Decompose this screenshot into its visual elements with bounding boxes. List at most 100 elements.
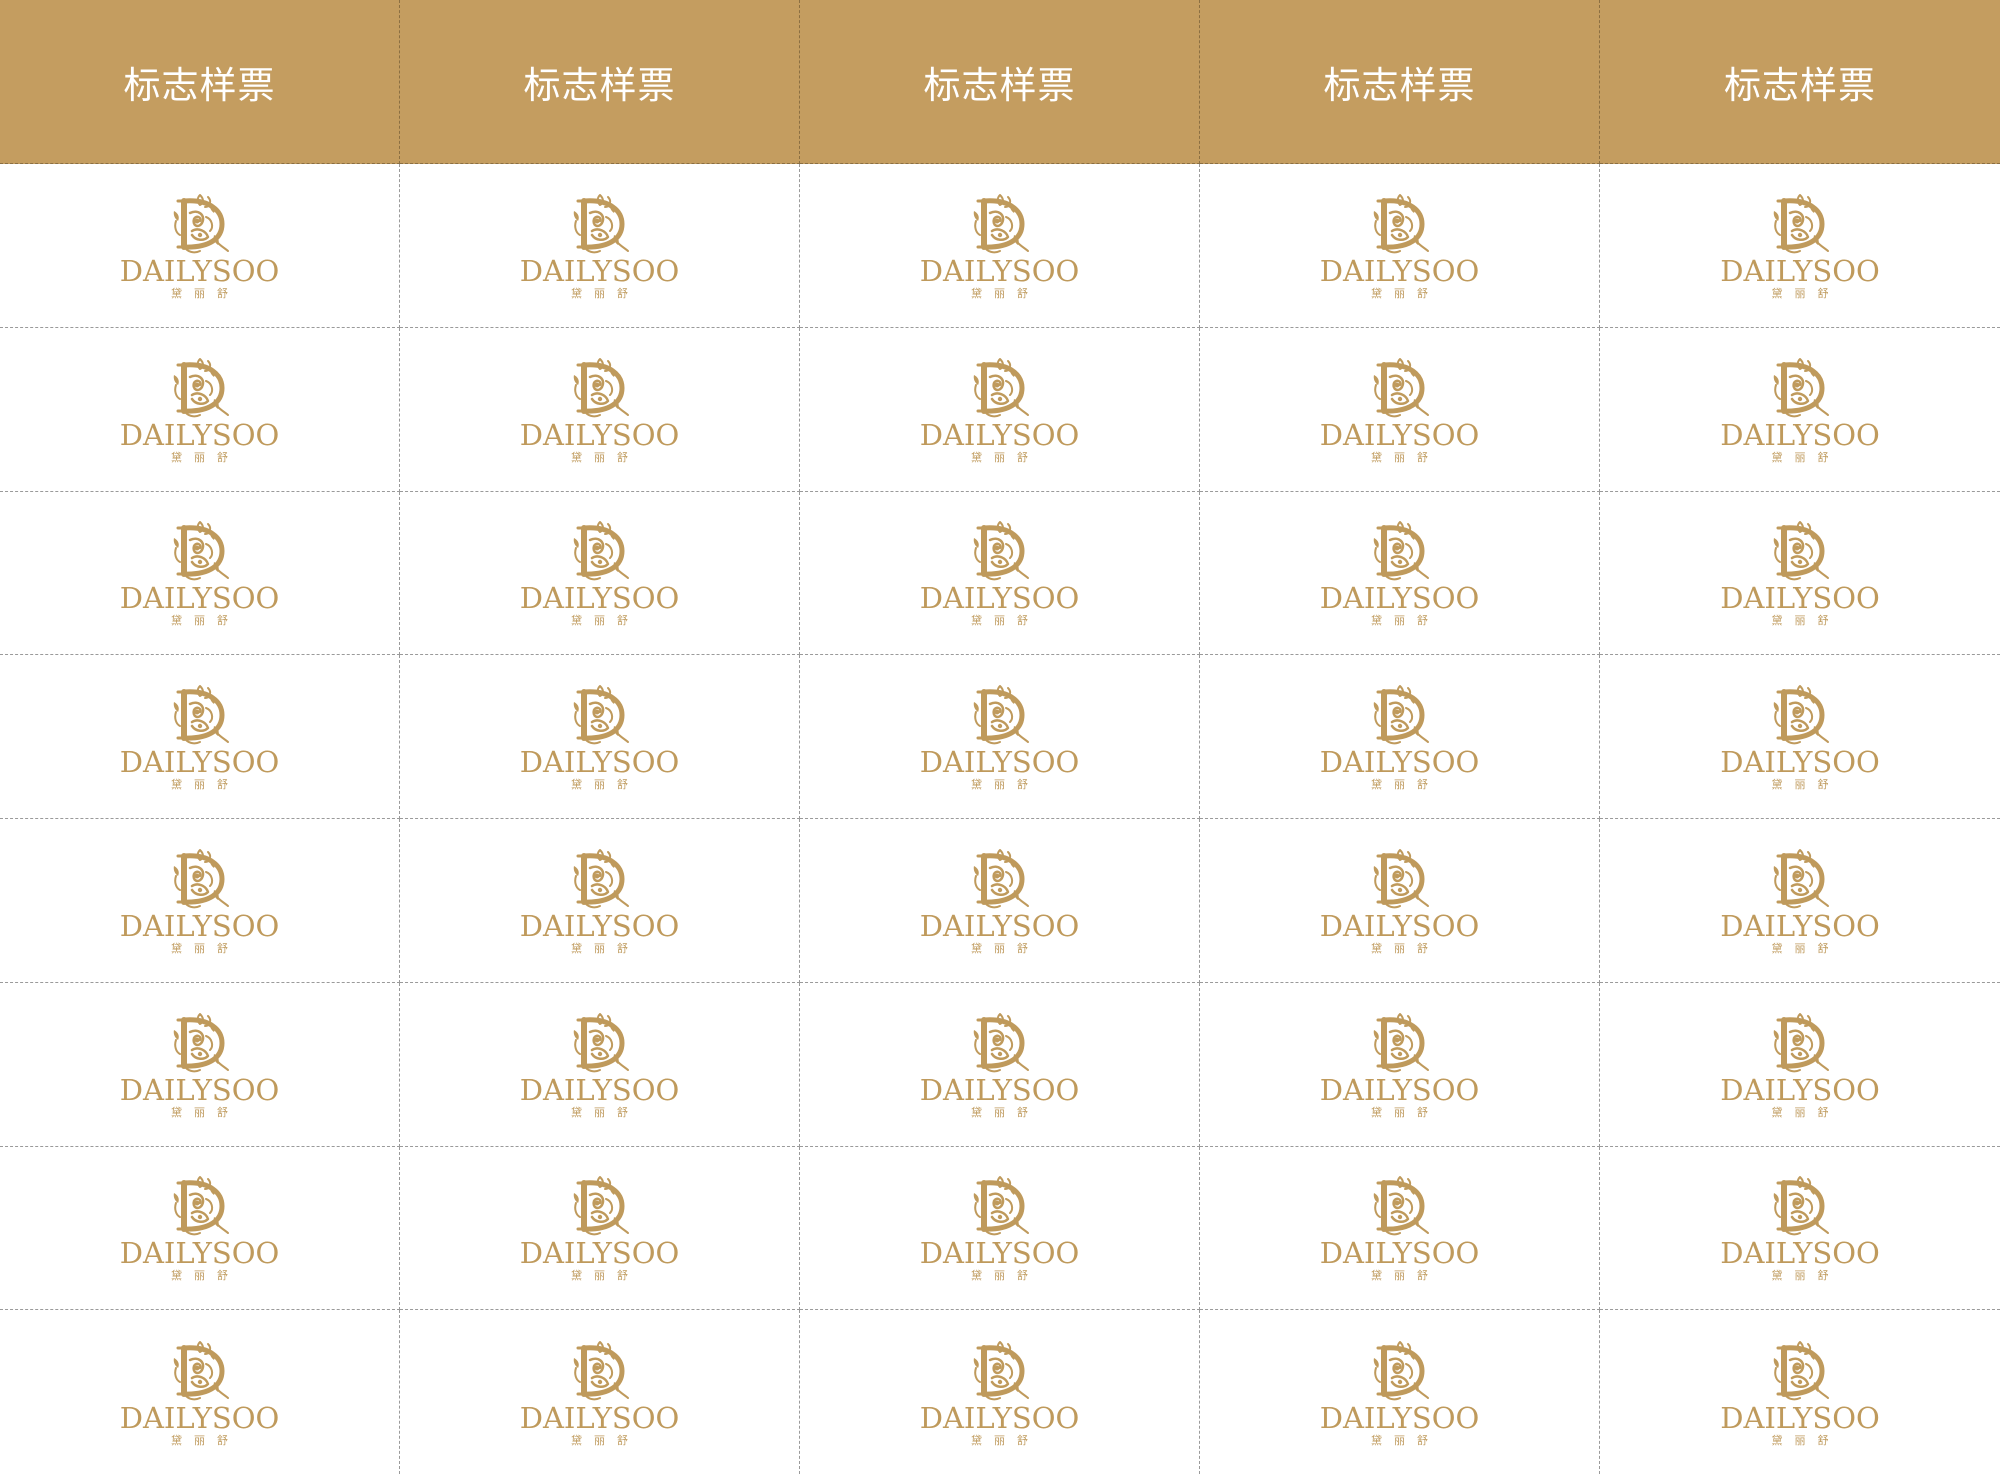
logo-sample-cell: DAILYSOO 黛丽舒	[1600, 819, 2000, 983]
dailysoo-logo: DAILYSOO 黛丽舒	[1715, 518, 1885, 627]
logo-subtitle: 黛丽舒	[1371, 1269, 1440, 1283]
logo-sample-cell: DAILYSOO 黛丽舒	[800, 491, 1200, 656]
logo-wordmark: DAILYSOO	[1319, 581, 1480, 616]
ornate-letter-d-icon	[1373, 848, 1429, 909]
ornate-letter-d-icon	[1773, 685, 1829, 745]
logo-wordmark: DAILYSOO	[919, 745, 1080, 780]
dailysoo-logo: DAILYSOO 黛丽舒	[115, 1173, 285, 1282]
dailysoo-logo: DAILYSOO 黛丽舒	[115, 846, 285, 955]
logo-sample-cell: DAILYSOO 黛丽舒	[1600, 983, 2000, 1147]
logo-wordmark: DAILYSOO	[1720, 1072, 1880, 1107]
ornate-letter-d-icon	[1373, 1340, 1429, 1400]
logo-subtitle: 黛丽舒	[571, 450, 640, 464]
logo-wordmark: DAILYSOO	[1720, 417, 1880, 452]
logo-subtitle: 黛丽舒	[1371, 941, 1440, 955]
dailysoo-logo: DAILYSOO 黛丽舒	[1315, 682, 1485, 791]
logo-subtitle: 黛丽舒	[571, 286, 640, 300]
logo-wordmark: DAILYSOO	[119, 253, 280, 288]
dailysoo-logo: DAILYSOO 黛丽舒	[915, 355, 1085, 464]
logo-sample-cell: DAILYSOO 黛丽舒	[1200, 1146, 1600, 1311]
logo-wordmark: DAILYSOO	[519, 417, 680, 452]
dailysoo-logo: DAILYSOO 黛丽舒	[115, 518, 285, 627]
logo-wordmark: DAILYSOO	[919, 1072, 1080, 1107]
logo-wordmark: DAILYSOO	[519, 253, 680, 288]
ornate-letter-d-icon	[573, 1012, 629, 1072]
logo-sample-cell: DAILYSOO 黛丽舒	[0, 819, 400, 983]
ornate-letter-d-icon	[973, 357, 1029, 417]
logo-subtitle: 黛丽舒	[1771, 1269, 1841, 1283]
logo-sample-cell: DAILYSOO 黛丽舒	[800, 982, 1200, 1147]
logo-sample-cell: DAILYSOO 黛丽舒	[0, 655, 400, 819]
dailysoo-logo: DAILYSOO 黛丽舒	[1315, 355, 1485, 464]
dailysoo-logo: DAILYSOO 黛丽舒	[515, 682, 685, 791]
ornate-letter-d-icon	[1373, 357, 1429, 417]
logo-sample-cell: DAILYSOO 黛丽舒	[0, 327, 400, 492]
dailysoo-logo: DAILYSOO 黛丽舒	[115, 191, 285, 300]
ornate-letter-d-icon	[1773, 1012, 1829, 1072]
logo-subtitle: 黛丽舒	[1771, 1433, 1841, 1447]
dailysoo-logo: DAILYSOO 黛丽舒	[915, 682, 1085, 791]
logo-subtitle: 黛丽舒	[571, 1269, 640, 1283]
ornate-letter-d-icon	[1773, 193, 1829, 254]
logo-wordmark: DAILYSOO	[1720, 908, 1880, 943]
logo-sample-cell: DAILYSOO 黛丽舒	[800, 1146, 1200, 1311]
logo-sample-cell: DAILYSOO 黛丽舒	[1200, 327, 1600, 492]
ornate-letter-d-icon	[1773, 521, 1829, 581]
logo-sample-cell: DAILYSOO 黛丽舒	[400, 1146, 800, 1311]
logo-subtitle: 黛丽舒	[1371, 286, 1440, 300]
logo-sample-cell: DAILYSOO 黛丽舒	[0, 1310, 400, 1474]
logo-sample-cell: DAILYSOO 黛丽舒	[400, 164, 800, 328]
header-label: 标志样票	[123, 63, 276, 107]
ornate-letter-d-icon	[173, 521, 229, 581]
logo-sample-cell: DAILYSOO 黛丽舒	[800, 327, 1200, 492]
ornate-letter-d-icon	[173, 685, 229, 745]
dailysoo-logo: DAILYSOO 黛丽舒	[115, 682, 285, 791]
logo-sample-cell: DAILYSOO 黛丽舒	[800, 655, 1200, 819]
logo-sample-cell: DAILYSOO 黛丽舒	[800, 819, 1200, 983]
logo-wordmark: DAILYSOO	[119, 581, 280, 616]
logo-wordmark: DAILYSOO	[1319, 908, 1480, 943]
logo-subtitle: 黛丽舒	[171, 450, 240, 464]
ornate-letter-d-icon	[1773, 848, 1829, 909]
ornate-letter-d-icon	[973, 521, 1029, 581]
ornate-letter-d-icon	[173, 357, 229, 417]
logo-subtitle: 黛丽舒	[1371, 614, 1440, 628]
logo-subtitle: 黛丽舒	[1371, 778, 1440, 792]
logo-sample-cell: DAILYSOO 黛丽舒	[1200, 491, 1600, 656]
dailysoo-logo: DAILYSOO 黛丽舒	[115, 1338, 285, 1447]
logo-subtitle: 黛丽舒	[171, 614, 240, 628]
logo-sample-cell: DAILYSOO 黛丽舒	[0, 982, 400, 1147]
ornate-letter-d-icon	[1773, 357, 1829, 417]
ornate-letter-d-icon	[973, 1012, 1029, 1072]
header-label: 标志样票	[1724, 63, 1876, 107]
header-label: 标志样票	[1323, 63, 1476, 107]
dailysoo-logo: DAILYSOO 黛丽舒	[1715, 682, 1885, 791]
logo-sample-cell: DAILYSOO 黛丽舒	[1600, 164, 2000, 328]
logo-wordmark: DAILYSOO	[119, 1072, 280, 1107]
ornate-letter-d-icon	[973, 1340, 1029, 1400]
ornate-letter-d-icon	[973, 685, 1029, 745]
logo-sample-cell: DAILYSOO 黛丽舒	[1600, 328, 2000, 492]
logo-sample-cell: DAILYSOO 黛丽舒	[0, 491, 400, 656]
dailysoo-logo: DAILYSOO 黛丽舒	[1715, 1338, 1885, 1447]
dailysoo-logo: DAILYSOO 黛丽舒	[1715, 1010, 1885, 1119]
dailysoo-logo: DAILYSOO 黛丽舒	[915, 191, 1085, 300]
logo-subtitle: 黛丽舒	[971, 778, 1040, 792]
logo-subtitle: 黛丽舒	[1771, 1105, 1841, 1119]
dailysoo-logo: DAILYSOO 黛丽舒	[1715, 1173, 1885, 1282]
logo-wordmark: DAILYSOO	[919, 581, 1080, 616]
logo-wordmark: DAILYSOO	[1319, 745, 1480, 780]
logo-sample-cell: DAILYSOO 黛丽舒	[400, 327, 800, 492]
logo-subtitle: 黛丽舒	[171, 941, 240, 955]
logo-sample-cell: DAILYSOO 黛丽舒	[1600, 492, 2000, 656]
header-cell-3: 标志样票	[800, 0, 1200, 164]
dailysoo-logo: DAILYSOO 黛丽舒	[915, 1338, 1085, 1447]
logo-subtitle: 黛丽舒	[1771, 778, 1841, 792]
logo-subtitle: 黛丽舒	[571, 614, 640, 628]
logo-subtitle: 黛丽舒	[171, 1433, 240, 1447]
logo-subtitle: 黛丽舒	[571, 778, 640, 792]
ornate-letter-d-icon	[573, 357, 629, 417]
logo-subtitle: 黛丽舒	[971, 1433, 1040, 1447]
logo-sample-cell: DAILYSOO 黛丽舒	[1600, 1147, 2000, 1311]
logo-sample-cell: DAILYSOO 黛丽舒	[1600, 1310, 2000, 1474]
